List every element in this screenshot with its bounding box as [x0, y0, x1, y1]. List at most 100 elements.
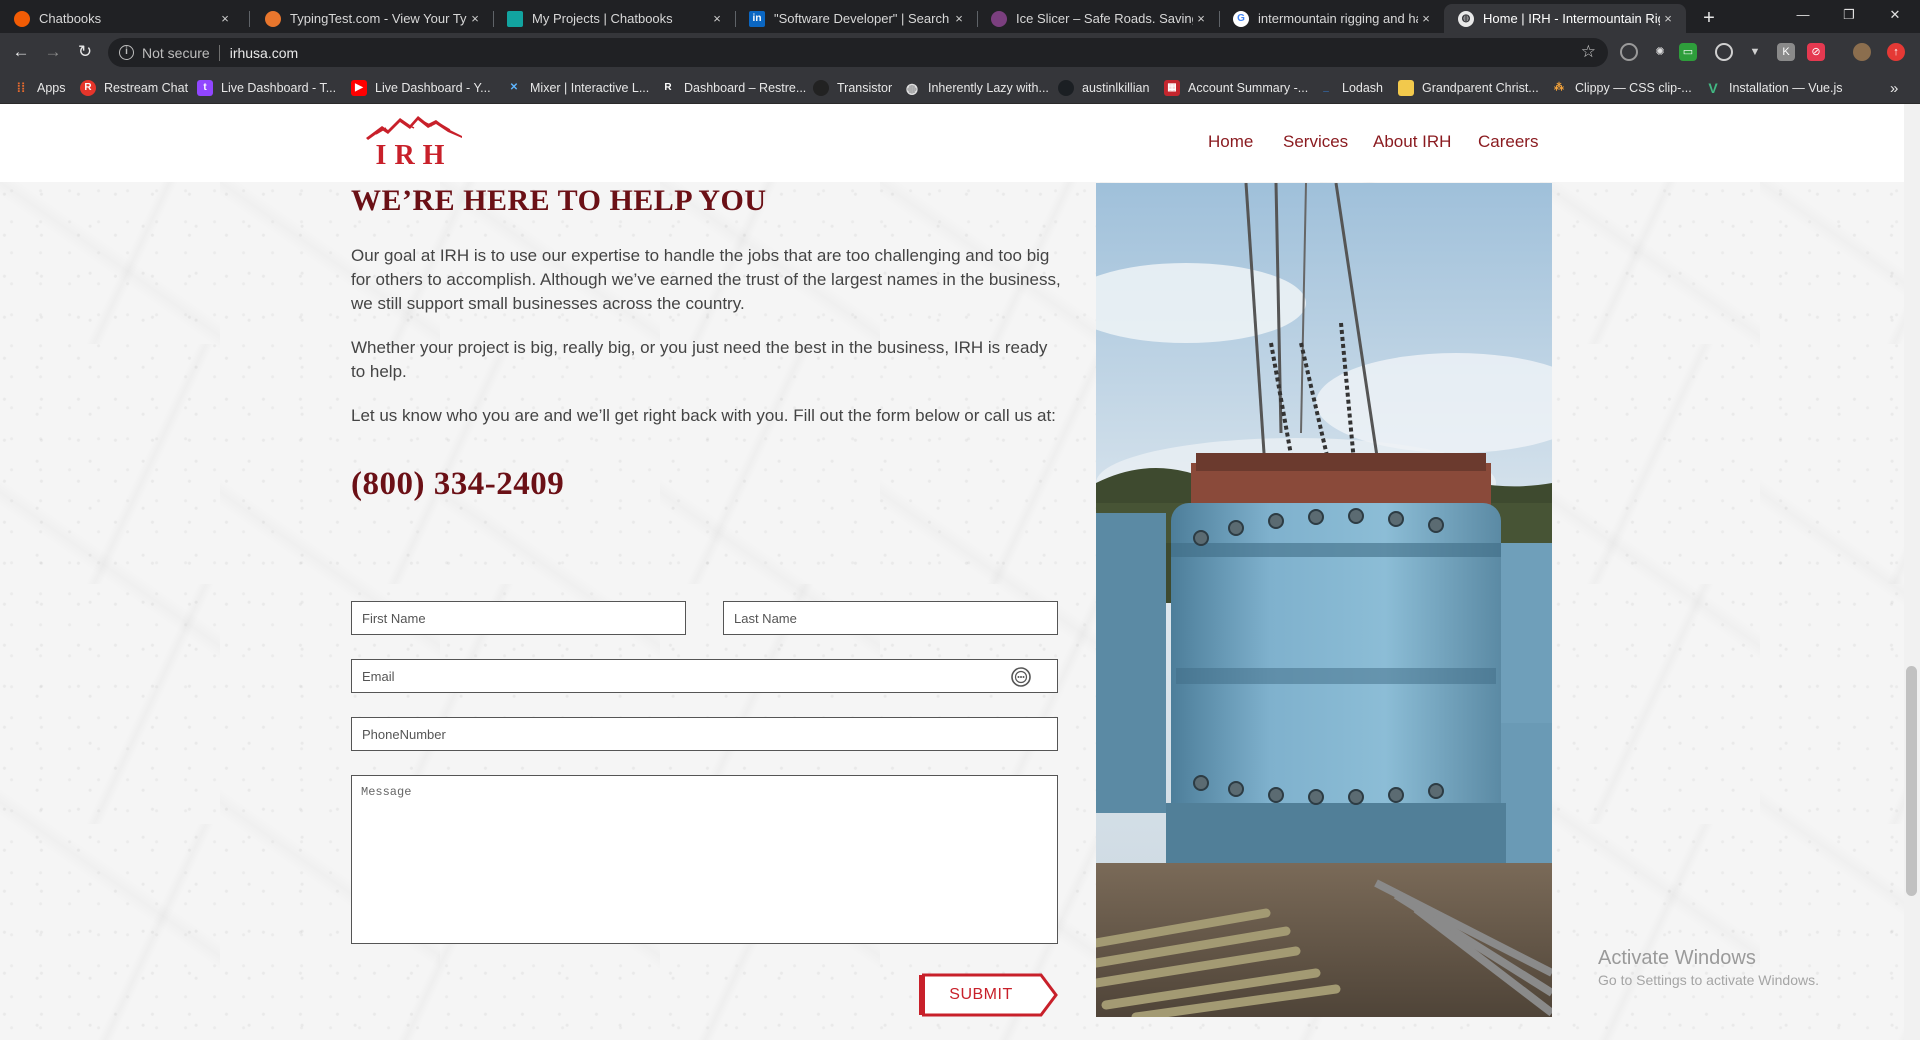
close-icon[interactable]: ×	[1418, 11, 1434, 26]
globe-icon: ◍	[905, 80, 919, 96]
bookmark-label: Transistor	[837, 81, 893, 95]
bookmark-label: Dashboard – Restre...	[684, 81, 807, 95]
bookmark-star-icon[interactable]: ☆	[1581, 42, 1596, 62]
minimize-button[interactable]: —	[1780, 0, 1826, 30]
first-name-field[interactable]	[351, 601, 686, 635]
bookmark-restream-dashboard[interactable]: R Dashboard – Restre...	[660, 78, 806, 98]
last-name-field[interactable]	[723, 601, 1058, 635]
tab-google-search[interactable]: G intermountain rigging and haulin ×	[1219, 4, 1444, 33]
nav-services[interactable]: Services	[1283, 132, 1348, 152]
tab-title: Ice Slicer – Safe Roads. Saving Liv	[1016, 11, 1193, 26]
bookmark-label: Inherently Lazy with...	[928, 81, 1049, 95]
tab-irh-home[interactable]: ◍ Home | IRH - Intermountain Rigg ×	[1444, 4, 1686, 33]
extension-k-icon[interactable]: K	[1777, 43, 1795, 61]
forward-icon[interactable]: →	[39, 39, 67, 65]
lodash-icon: _	[1323, 82, 1329, 93]
close-window-button[interactable]: ✕	[1872, 0, 1918, 30]
close-icon[interactable]: ×	[1660, 11, 1676, 26]
iceslicer-icon	[991, 10, 1007, 27]
new-tab-button[interactable]: +	[1696, 5, 1722, 31]
mountain-logo-icon	[366, 116, 462, 140]
close-icon[interactable]: ×	[709, 11, 725, 26]
bookmark-clippy[interactable]: ⁂ Clippy — CSS clip-...	[1551, 78, 1692, 98]
restream-icon: R	[80, 80, 96, 96]
avatar[interactable]	[1853, 43, 1871, 61]
tab-title: Home | IRH - Intermountain Rigg	[1483, 11, 1660, 26]
bookmark-account-summary[interactable]: ▦ Account Summary -...	[1164, 78, 1308, 98]
logo-text: IRH	[375, 140, 453, 171]
extension-pocket-icon[interactable]: ⊘	[1807, 43, 1825, 61]
extension-vue-devtools-icon[interactable]: ▼	[1746, 43, 1764, 61]
tab-separator	[249, 11, 250, 27]
bookmark-label: Installation — Vue.js	[1729, 81, 1843, 95]
restream-r-icon: R	[664, 82, 672, 93]
youtube-icon: ▶	[351, 80, 367, 96]
phone-number[interactable]: (800) 334-2409	[351, 466, 564, 503]
bookmark-restream-chat[interactable]: R Restream Chat	[80, 78, 188, 98]
bookmark-mixer[interactable]: ✕ Mixer | Interactive L...	[506, 78, 649, 98]
extension-green-icon[interactable]: ▭	[1679, 43, 1697, 61]
bookmark-live-dashboard-youtube[interactable]: ▶ Live Dashboard - Y...	[351, 78, 491, 98]
more-bookmarks-button[interactable]: »	[1890, 78, 1898, 98]
extension-gear-icon[interactable]: ✺	[1651, 43, 1669, 61]
back-icon[interactable]: ←	[7, 39, 35, 65]
extension-circle-icon[interactable]	[1620, 43, 1638, 61]
password-manager-icon[interactable]	[1010, 666, 1032, 688]
url-text[interactable]: irhusa.com	[230, 45, 298, 61]
nav-home[interactable]: Home	[1208, 132, 1253, 152]
bookmark-label: Grandparent Christ...	[1422, 81, 1539, 95]
page-heading: WE’RE HERE TO HELP YOU	[351, 184, 767, 217]
projects-icon	[507, 10, 523, 27]
message-field[interactable]	[351, 775, 1058, 944]
tab-ice-slicer[interactable]: Ice Slicer – Safe Roads. Saving Liv ×	[977, 4, 1219, 33]
browser-toolbar: ← → ↻ i Not secure irhusa.com ☆ ✺ ▭ ▼ K …	[0, 33, 1920, 71]
tab-title: "Software Developer" | Search | L	[774, 11, 951, 26]
nav-about[interactable]: About IRH	[1373, 132, 1451, 152]
submit-button[interactable]: SUBMIT	[919, 973, 1059, 1017]
close-icon[interactable]: ×	[951, 11, 967, 26]
tab-typingtest[interactable]: TypingTest.com - View Your Typin ×	[251, 4, 493, 33]
restore-button[interactable]: ❐	[1826, 0, 1872, 30]
tab-title: My Projects | Chatbooks	[532, 11, 673, 26]
bookmark-transistor[interactable]: Transistor	[813, 78, 892, 98]
bookmark-label: Clippy — CSS clip-...	[1575, 81, 1692, 95]
scrollbar-thumb[interactable]	[1906, 666, 1917, 896]
bookmark-vue-installation[interactable]: V Installation — Vue.js	[1705, 78, 1842, 98]
reload-icon[interactable]: ↻	[71, 39, 99, 65]
contact-paragraph: Let us know who you are and we’ll get ri…	[351, 406, 1056, 425]
bookmark-apps[interactable]: ⁞⁞ Apps	[13, 78, 66, 98]
address-bar[interactable]: i Not secure irhusa.com ☆	[108, 38, 1608, 67]
account-icon: ▦	[1164, 80, 1180, 96]
clippy-icon: ⁂	[1554, 82, 1564, 93]
google-icon: G	[1233, 10, 1249, 27]
info-icon[interactable]: i	[119, 45, 134, 60]
scrollbar-track[interactable]	[1904, 104, 1920, 1040]
rigging-photo	[1096, 183, 1552, 1017]
logo[interactable]: IRH	[364, 114, 464, 172]
tab-linkedin[interactable]: in "Software Developer" | Search | L ×	[735, 4, 977, 33]
nav-careers[interactable]: Careers	[1478, 132, 1538, 152]
submit-label: SUBMIT	[949, 986, 1013, 1003]
update-icon[interactable]: ↑	[1887, 43, 1905, 61]
bookmark-github[interactable]: austinlkillian	[1058, 78, 1149, 98]
typingtest-icon	[265, 10, 281, 27]
email-field[interactable]	[351, 659, 1058, 693]
bookmark-inherently-lazy[interactable]: ◍ Inherently Lazy with...	[904, 78, 1049, 98]
bookmark-live-dashboard-twitch[interactable]: t Live Dashboard - T...	[197, 78, 336, 98]
bookmark-icon	[1398, 80, 1414, 96]
tank-illustration	[1096, 183, 1552, 1017]
twitch-icon: t	[197, 80, 213, 96]
github-icon	[1058, 80, 1074, 96]
bookmark-lodash[interactable]: _ Lodash	[1318, 78, 1383, 98]
bookmark-label: Live Dashboard - T...	[221, 81, 337, 95]
close-icon[interactable]: ×	[217, 11, 233, 26]
close-icon[interactable]: ×	[467, 11, 483, 26]
bookmark-grandparent[interactable]: Grandparent Christ...	[1398, 78, 1539, 98]
tab-chatbooks[interactable]: Chatbooks ×	[0, 4, 243, 33]
extension-target-icon[interactable]	[1715, 43, 1733, 61]
close-icon[interactable]: ×	[1193, 11, 1209, 26]
mixer-icon: ✕	[509, 82, 519, 93]
phone-number-field[interactable]	[351, 717, 1058, 751]
security-label[interactable]: Not secure	[142, 45, 210, 61]
tab-my-projects[interactable]: My Projects | Chatbooks ×	[493, 4, 735, 33]
